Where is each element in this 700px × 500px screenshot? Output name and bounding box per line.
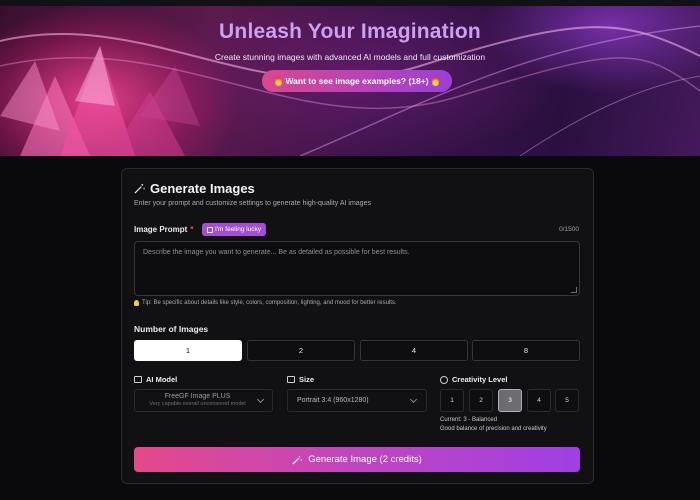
count-option-1[interactable]: 1 [134, 340, 242, 361]
lightbulb-icon [134, 300, 139, 306]
prompt-label: Image Prompt * [134, 225, 193, 234]
size-value: Portrait 3:4 (960x1280) [297, 397, 369, 404]
count-option-8[interactable]: 8 [472, 340, 580, 361]
number-of-images-label: Number of Images [134, 324, 209, 334]
model-description: Very capable overall uncensored model [149, 401, 246, 407]
count-option-4[interactable]: 4 [360, 340, 468, 361]
char-count: 0/1500 [559, 226, 579, 233]
model-name: FreeGF Image PLUS [164, 393, 231, 400]
creativity-label-text: Creativity Level [452, 375, 508, 384]
creativity-description: Good balance of precision and creativity [440, 426, 547, 432]
hero-banner: Unleash Your Imagination Create stunning… [0, 6, 700, 156]
chevron-down-icon [409, 395, 418, 404]
size-label: Size [287, 375, 314, 384]
creativity-option-3[interactable]: 3 [498, 389, 522, 412]
magic-wand-icon [134, 183, 145, 194]
creativity-option-5[interactable]: 5 [555, 389, 579, 412]
creativity-current: Current: 3 - Balanced [440, 417, 498, 423]
prompt-tip: Tip: Be specific about details like styl… [134, 300, 397, 306]
magic-wand-icon [292, 455, 302, 465]
resize-handle[interactable] [571, 287, 577, 293]
prompt-textarea[interactable]: Describe the image you want to generate.… [134, 241, 580, 296]
prompt-placeholder: Describe the image you want to generate.… [143, 249, 410, 256]
feeling-lucky-button[interactable]: I'm feeling lucky [202, 223, 267, 236]
feeling-lucky-label: I'm feeling lucky [215, 226, 262, 233]
count-option-2[interactable]: 2 [247, 340, 355, 361]
size-label-text: Size [299, 375, 315, 384]
generate-image-label: Generate Image (2 credits) [308, 454, 422, 465]
panel-title: Generate Images [134, 181, 255, 196]
required-mark: * [190, 225, 194, 234]
image-examples-label: Want to see image examples? (18+) [285, 76, 429, 86]
prompt-label-text: Image Prompt [134, 225, 188, 234]
image-examples-button[interactable]: Want to see image examples? (18+) [262, 70, 452, 92]
creativity-option-1[interactable]: 1 [440, 389, 464, 412]
panel-subtitle: Enter your prompt and customize settings… [134, 200, 371, 207]
ai-model-label-text: AI Model [146, 375, 178, 384]
generate-image-button[interactable]: Generate Image (2 credits) [134, 447, 580, 472]
panel-title-text: Generate Images [150, 181, 255, 196]
creativity-label: Creativity Level [440, 375, 507, 384]
image-icon [287, 376, 295, 383]
generate-panel: Generate Images Enter your prompt and cu… [121, 168, 594, 484]
prompt-tip-text: Tip: Be specific about details like styl… [142, 300, 397, 306]
image-icon [134, 376, 142, 383]
palette-icon [440, 375, 448, 384]
hero-title: Unleash Your Imagination [219, 20, 481, 43]
hero-subtitle: Create stunning images with advanced AI … [214, 52, 486, 62]
dice-icon [207, 226, 213, 233]
creativity-option-2[interactable]: 2 [469, 389, 493, 412]
ai-model-select[interactable]: FreeGF Image PLUS Very capable overall u… [134, 389, 273, 412]
fire-icon [275, 76, 283, 86]
creativity-option-4[interactable]: 4 [527, 389, 551, 412]
fire-icon [431, 76, 439, 86]
size-select[interactable]: Portrait 3:4 (960x1280) [287, 389, 427, 412]
ai-model-label: AI Model [134, 375, 177, 384]
